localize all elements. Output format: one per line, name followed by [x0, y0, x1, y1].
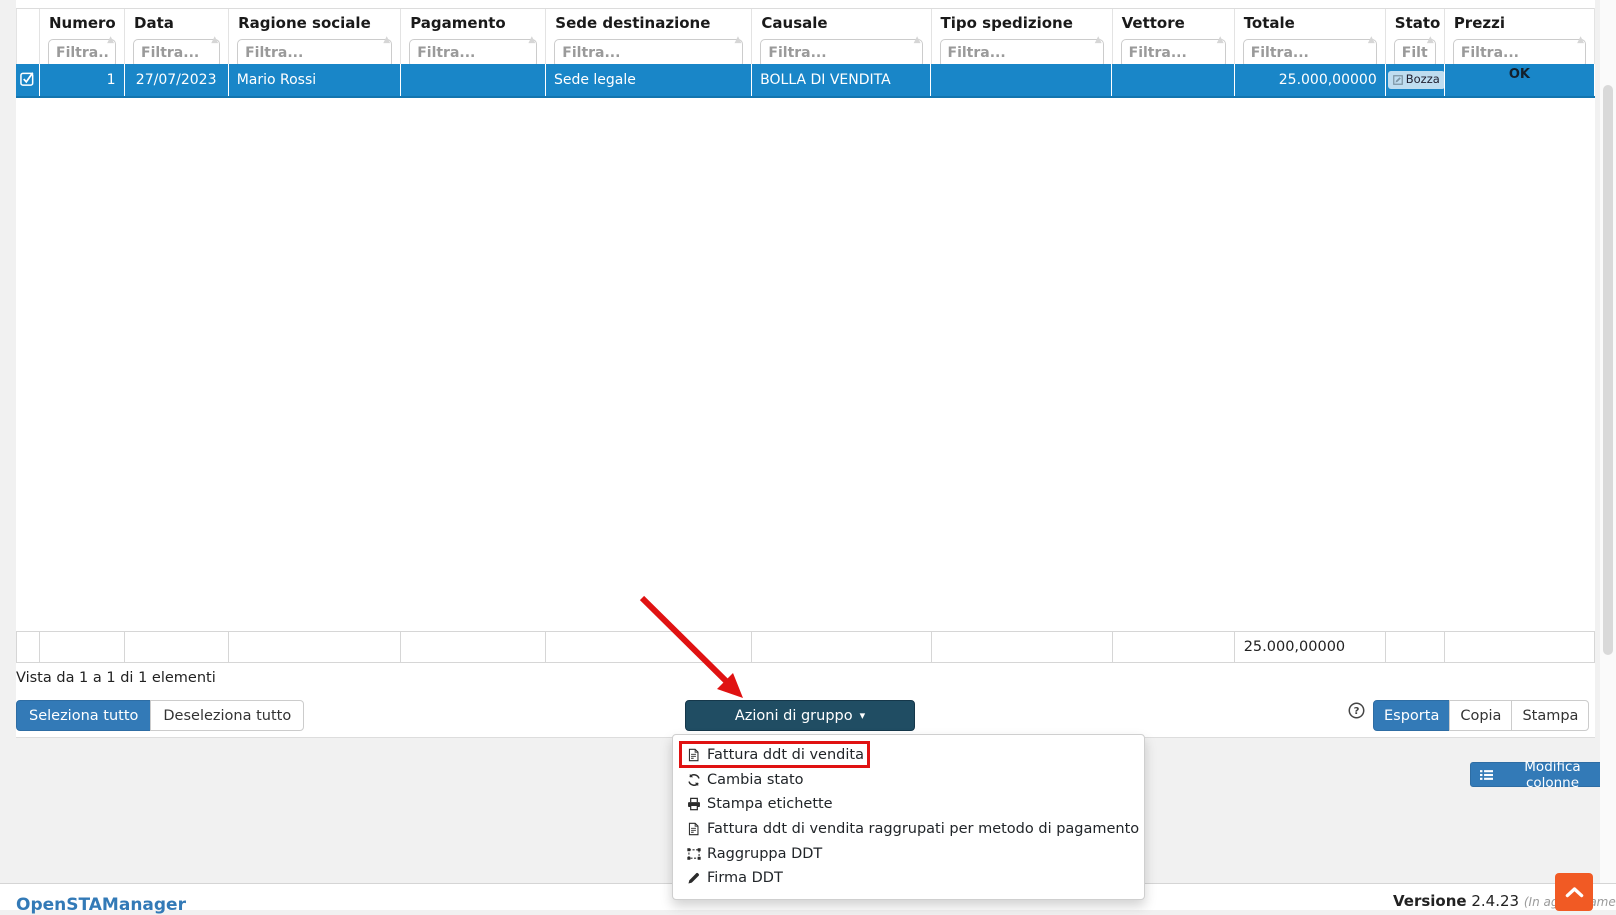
column-header-stato[interactable]: Stato	[1385, 9, 1444, 36]
sync-icon	[687, 773, 707, 787]
menu-item-raggruppa-ddt[interactable]: Raggruppa DDT	[673, 841, 1144, 866]
column-header-causale[interactable]: Causale	[752, 9, 931, 36]
column-header-tipo-spedizione[interactable]: Tipo spedizione	[931, 9, 1112, 36]
footer-cell-vettore	[1112, 632, 1234, 663]
footer-cell	[17, 632, 40, 663]
menu-item-label: Firma DDT	[707, 870, 783, 886]
menu-item-stampa-etichette[interactable]: Stampa etichette	[673, 792, 1144, 817]
menu-item-firma-ddt[interactable]: Firma DDT	[673, 866, 1144, 891]
sort-icon[interactable]: ▲	[383, 36, 390, 45]
row-checkbox[interactable]	[16, 64, 39, 97]
status-badge: Bozza	[1388, 71, 1445, 89]
menu-item-label: Cambia stato	[707, 772, 804, 788]
menu-item-cambia-stato[interactable]: Cambia stato	[673, 768, 1144, 793]
export-button[interactable]: Esporta	[1373, 700, 1450, 731]
menu-item-label: Stampa etichette	[707, 796, 833, 812]
list-icon	[1480, 769, 1493, 781]
table-footer-row: 25.000,00000	[16, 631, 1595, 663]
export-button-group: Esporta Copia Stampa	[1373, 700, 1589, 731]
deselect-all-button[interactable]: Deseleziona tutto	[150, 700, 304, 731]
print-icon	[687, 797, 707, 811]
sort-icon[interactable]: ▲	[1577, 36, 1584, 45]
footer-cell-stato	[1385, 632, 1444, 663]
footer-cell-data	[125, 632, 229, 663]
version-value: 2.4.23	[1471, 892, 1519, 910]
svg-text:?: ?	[1354, 706, 1360, 717]
footer-cell-totale: 25.000,00000	[1234, 632, 1385, 663]
cell-causale: BOLLA DI VENDITA	[752, 64, 931, 97]
select-column-header	[17, 9, 40, 36]
scroll-to-top-button[interactable]	[1555, 873, 1593, 911]
column-header-vettore[interactable]: Vettore	[1112, 9, 1234, 36]
cell-sede-destinazione: Sede legale	[545, 64, 751, 97]
results-summary: Vista da 1 a 1 di 1 elementi	[16, 670, 216, 686]
chevron-up-icon	[1565, 886, 1584, 898]
help-icon[interactable]: ?	[1348, 702, 1365, 719]
totals-row: 25.000,00000	[17, 632, 1595, 663]
version-label: Versione	[1393, 892, 1467, 910]
page: NumeroDataRagione socialePagamentoSede d…	[0, 0, 1616, 909]
scrollbar-track[interactable]	[1600, 0, 1616, 909]
checkbox-checked-icon	[20, 71, 35, 86]
group-actions-button[interactable]: Azioni di gruppo ▾	[685, 700, 915, 731]
footer-cell-ragione-sociale	[229, 632, 401, 663]
sort-icon[interactable]: ▲	[528, 36, 535, 45]
footer-cell-numero	[40, 632, 125, 663]
column-header-pagamento[interactable]: Pagamento	[401, 9, 546, 36]
object-group-icon	[687, 847, 707, 861]
sort-icon[interactable]: ▲	[107, 36, 114, 45]
menu-item-fattura-ddt-di-vendita-raggrupati-per-me[interactable]: Fattura ddt di vendita raggrupati per me…	[673, 817, 1144, 842]
column-header-prezzi[interactable]: Prezzi	[1444, 9, 1594, 36]
cell-tipo-spedizione	[931, 64, 1112, 97]
column-header-data[interactable]: Data	[125, 9, 229, 36]
column-header-ragione-sociale[interactable]: Ragione sociale	[229, 9, 401, 36]
file-invoice-icon	[687, 822, 707, 836]
footer-cell-tipo-spedizione	[931, 632, 1112, 663]
cell-data: 27/07/2023	[124, 64, 228, 97]
annotation-highlight-box	[679, 741, 870, 768]
edit-icon	[1393, 75, 1403, 85]
cell-prezzi: OK	[1444, 64, 1594, 97]
edit-columns-label: Modifica colonne	[1499, 759, 1606, 791]
footer-cell-sede-destinazione	[546, 632, 752, 663]
table-header: NumeroDataRagione socialePagamentoSede d…	[16, 8, 1595, 71]
status-label: Bozza	[1406, 72, 1440, 87]
cell-stato: Bozza	[1385, 64, 1444, 97]
footer-cell-pagamento	[401, 632, 546, 663]
menu-item-label: Fattura ddt di vendita raggrupati per me…	[707, 821, 1139, 837]
menu-item-label: Raggruppa DDT	[707, 846, 822, 862]
pen-icon	[687, 872, 707, 885]
sort-icon[interactable]: ▲	[734, 36, 741, 45]
cell-pagamento	[400, 64, 545, 97]
selection-button-group: Seleziona tutto Deseleziona tutto	[16, 700, 304, 731]
select-all-button[interactable]: Seleziona tutto	[16, 700, 151, 731]
scrollbar-thumb[interactable]	[1603, 85, 1613, 655]
sort-icon[interactable]: ▲	[1217, 36, 1224, 45]
sort-icon[interactable]: ▲	[1368, 36, 1375, 45]
edit-columns-button[interactable]: Modifica colonne	[1470, 762, 1616, 787]
column-header-numero[interactable]: Numero	[40, 9, 125, 36]
table-body: 127/07/2023Mario Rossi Sede legaleBOLLA D…	[16, 64, 1595, 631]
footer-cell-causale	[752, 632, 931, 663]
sort-icon[interactable]: ▲	[1427, 36, 1434, 45]
cell-totale: 25.000,00000	[1234, 64, 1385, 97]
column-header-sede-destinazione[interactable]: Sede destinazione	[546, 9, 752, 36]
copy-button[interactable]: Copia	[1449, 700, 1512, 731]
table-row[interactable]: 127/07/2023Mario Rossi Sede legaleBOLLA D…	[16, 64, 1595, 97]
cell-vettore	[1112, 64, 1234, 97]
cell-numero: 1	[39, 64, 124, 97]
print-button[interactable]: Stampa	[1511, 700, 1589, 731]
sort-icon[interactable]: ▲	[914, 36, 921, 45]
footer-cell-prezzi	[1444, 632, 1594, 663]
content-card: NumeroDataRagione socialePagamentoSede d…	[16, 0, 1595, 738]
sort-icon[interactable]: ▲	[1095, 36, 1102, 45]
cell-ragione-sociale: Mario Rossi	[228, 64, 400, 97]
sort-icon[interactable]: ▲	[211, 36, 218, 45]
group-actions-label: Azioni di gruppo	[735, 708, 853, 724]
column-header-totale[interactable]: Totale	[1234, 9, 1385, 36]
caret-down-icon: ▾	[860, 710, 866, 721]
brand-link[interactable]: OpenSTAManager	[16, 895, 186, 915]
